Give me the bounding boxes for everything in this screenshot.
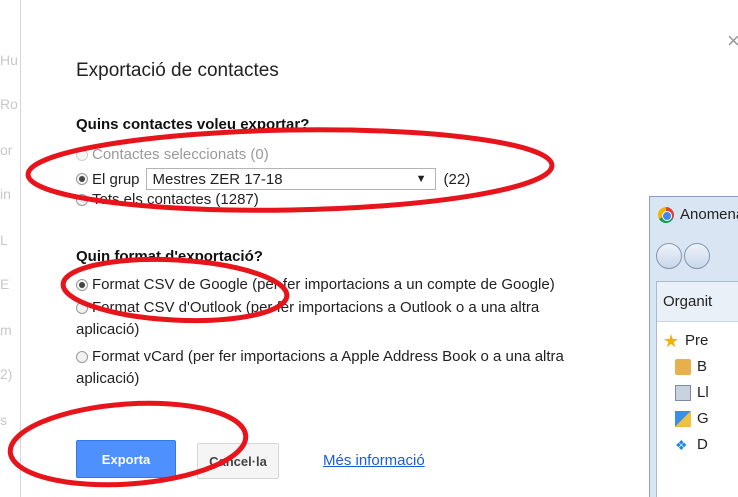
radio-label: Contactes seleccionats (0) <box>92 146 269 163</box>
radio-button[interactable] <box>76 173 88 185</box>
cancel-button[interactable]: Cancel·la <box>197 443 279 479</box>
window-title-text: Anomena <box>680 206 738 223</box>
radio-label: Format CSV d'Outlook (per fer importacio… <box>92 299 540 316</box>
item-label: B <box>697 358 708 375</box>
export-format-heading: Quin format d'exportació? <box>76 248 263 265</box>
radio-button[interactable] <box>76 148 88 161</box>
dropbox-icon: ❖ <box>675 436 688 453</box>
radio-label-continued: aplicació) <box>76 370 140 387</box>
bg-letter: L <box>0 232 8 248</box>
bg-letter: m <box>0 322 12 338</box>
close-icon[interactable]: × <box>727 30 738 52</box>
star-icon: ★ <box>663 330 680 351</box>
item-label: D <box>697 436 708 453</box>
group-select-value: Mestres ZER 17-18 <box>152 170 283 188</box>
dropdown-arrow-icon: ▼ <box>415 173 427 185</box>
radio-group[interactable]: El grup Mestres ZER 17-18 ▼ (22) <box>76 168 470 190</box>
folder-icon <box>675 358 691 375</box>
item-label: Ll <box>697 384 709 401</box>
more-info-link[interactable]: Més informació <box>323 452 425 469</box>
bg-letter: or <box>0 142 13 158</box>
window-title: Anomena <box>658 206 738 223</box>
radio-label: El grup <box>92 170 140 188</box>
organize-button[interactable]: Organit <box>657 282 738 322</box>
radio-label: Tots els contactes (1287) <box>92 191 259 208</box>
radio-all-contacts[interactable]: Tots els contactes (1287) <box>76 191 259 208</box>
radio-google-csv[interactable]: Format CSV de Google (per fer importacio… <box>76 276 555 293</box>
save-as-window: Anomena Organit ★ Pre B Ll G ❖ D <box>649 196 738 497</box>
radio-outlook-csv[interactable]: Format CSV d'Outlook (per fer importacio… <box>76 299 539 316</box>
chrome-icon <box>658 206 674 223</box>
group-select[interactable]: Mestres ZER 17-18 ▼ <box>145 168 436 190</box>
back-icon[interactable] <box>656 243 682 269</box>
radio-label: Format CSV de Google (per fer importacio… <box>92 276 555 293</box>
drive-icon <box>675 410 691 427</box>
radio-selected-contacts[interactable]: Contactes seleccionats (0) <box>76 146 269 163</box>
radio-button[interactable] <box>76 278 88 291</box>
folder-item[interactable]: ❖ D <box>675 436 708 453</box>
screen: Hu Ro or in L E m 2) s × Exportació de c… <box>0 0 738 497</box>
bg-letter: 2) <box>0 366 13 382</box>
group-count: (22) <box>443 170 471 188</box>
item-label: Pre <box>685 332 709 349</box>
bg-letter: E <box>0 276 10 292</box>
forward-icon[interactable] <box>684 243 710 269</box>
background-page-edge: Hu Ro or in L E m 2) s <box>0 0 20 497</box>
folder-item[interactable]: Ll <box>675 384 709 401</box>
radio-button[interactable] <box>76 193 88 206</box>
which-contacts-heading: Quins contactes voleu exportar? <box>76 116 310 133</box>
explorer-pane: Organit ★ Pre B Ll G ❖ D <box>656 281 738 497</box>
radio-label-continued: aplicació) <box>76 321 140 338</box>
bg-letter: s <box>0 412 7 428</box>
radio-vcard[interactable]: Format vCard (per fer importacions a App… <box>76 348 564 365</box>
bg-letter: Ro <box>0 96 18 112</box>
radio-label: Format vCard (per fer importacions a App… <box>92 348 564 365</box>
radio-button[interactable] <box>76 350 88 363</box>
item-label: G <box>697 410 709 427</box>
bg-letter: Hu <box>0 52 18 68</box>
dialog-title: Exportació de contactes <box>76 60 279 81</box>
radio-button[interactable] <box>76 301 88 314</box>
export-button[interactable]: Exporta <box>76 440 176 478</box>
library-icon <box>675 384 691 401</box>
folder-item[interactable]: G <box>675 410 709 427</box>
bg-letter: in <box>0 186 11 202</box>
folder-item[interactable]: B <box>675 358 707 375</box>
favorites-item[interactable]: ★ Pre <box>663 330 709 351</box>
